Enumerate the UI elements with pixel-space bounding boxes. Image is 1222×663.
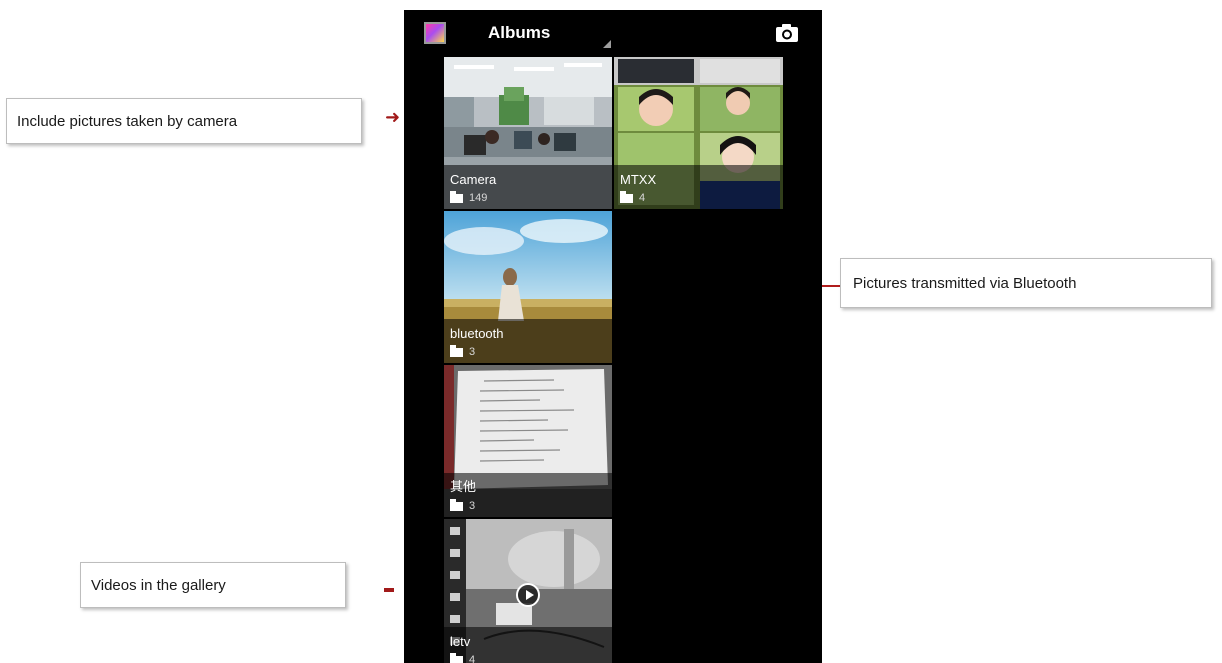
- folder-icon: [450, 498, 463, 511]
- callout-gallery-videos: Videos in the gallery: [80, 562, 346, 608]
- callout-camera-text: Include pictures taken by camera: [17, 112, 238, 130]
- album-name: 其他: [450, 479, 477, 494]
- action-bar: Albums: [404, 10, 822, 56]
- album-tile-bluetooth[interactable]: bluetooth 3: [444, 211, 612, 363]
- album-count-row: 149: [450, 190, 488, 204]
- album-name: MTXX: [620, 172, 657, 187]
- action-bar-title: Albums: [488, 23, 551, 42]
- album-tile-camera[interactable]: Camera 149: [444, 57, 612, 209]
- album-tile-letv[interactable]: letv 4: [444, 519, 612, 663]
- play-video-icon[interactable]: [516, 583, 540, 607]
- camera-button[interactable]: [774, 22, 800, 44]
- arrow-right-icon: ➜: [385, 107, 401, 127]
- album-count: 3: [469, 500, 476, 512]
- folder-icon: [450, 190, 463, 203]
- callout-camera-pictures: Include pictures taken by camera: [6, 98, 362, 144]
- pointer-dash: [384, 588, 394, 592]
- album-count-row: 4: [620, 190, 646, 204]
- callout-bluetooth-pictures: Pictures transmitted via Bluetooth: [840, 258, 1212, 308]
- camera-icon: [776, 24, 798, 42]
- gallery-app-icon[interactable]: [424, 22, 446, 44]
- folder-icon: [620, 190, 633, 203]
- gallery-screen: Albums Camera 149 MTXX 4 bluetooth 3 其他 …: [404, 10, 822, 663]
- folder-icon: [450, 652, 463, 663]
- callout-bluetooth-text: Pictures transmitted via Bluetooth: [853, 274, 1077, 292]
- album-count-row: 4: [450, 652, 476, 663]
- album-count: 4: [639, 192, 646, 204]
- album-count-row: 3: [450, 344, 476, 358]
- album-tile-mtxx[interactable]: MTXX 4: [614, 57, 783, 209]
- annotated-screenshot: Include pictures taken by camera ➜ Pictu…: [0, 0, 1222, 663]
- album-name: letv: [450, 634, 471, 649]
- callout-videos-text: Videos in the gallery: [91, 576, 226, 594]
- album-count: 4: [469, 654, 476, 663]
- folder-icon: [450, 344, 463, 357]
- album-count: 3: [469, 346, 476, 358]
- album-count: 149: [469, 192, 488, 204]
- album-name: bluetooth: [450, 326, 504, 341]
- album-name: Camera: [450, 172, 497, 187]
- spinner-triangle-icon: [603, 40, 611, 48]
- album-count-row: 3: [450, 498, 476, 512]
- album-tile-other[interactable]: 其他 3: [444, 365, 612, 517]
